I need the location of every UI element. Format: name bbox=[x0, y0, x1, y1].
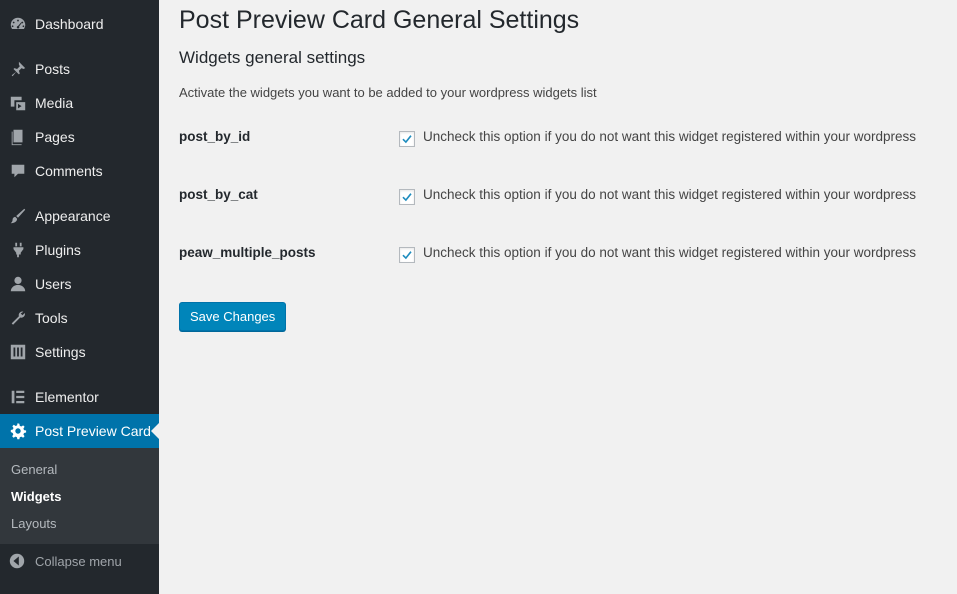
sidebar-item-label: Pages bbox=[35, 129, 75, 145]
sidebar-item-dashboard[interactable]: Dashboard bbox=[0, 7, 159, 41]
sidebar-item-users[interactable]: Users bbox=[0, 267, 159, 301]
sidebar-item-label: Post Preview Card bbox=[35, 423, 151, 439]
submenu-item-widgets[interactable]: Widgets bbox=[11, 489, 61, 504]
sidebar-item-comments[interactable]: Comments bbox=[0, 154, 159, 188]
sidebar-item-label: Appearance bbox=[35, 208, 111, 224]
gear-icon bbox=[8, 421, 28, 441]
sidebar-item-media[interactable]: Media bbox=[0, 86, 159, 120]
plug-icon bbox=[8, 240, 28, 260]
sidebar-item-label: Dashboard bbox=[35, 16, 104, 32]
sidebar-item-plugins[interactable]: Plugins bbox=[0, 233, 159, 267]
checkmark-icon bbox=[402, 193, 412, 202]
sidebar-item-settings[interactable]: Settings bbox=[0, 335, 159, 369]
checkbox-description: Uncheck this option if you do not want t… bbox=[423, 187, 917, 202]
sidebar-item-pages[interactable]: Pages bbox=[0, 120, 159, 154]
main-content: Post Preview Card General Settings Widge… bbox=[159, 0, 957, 594]
sidebar-item-label: Settings bbox=[35, 344, 86, 360]
section-title: Widgets general settings bbox=[179, 48, 366, 67]
sidebar-item-label: Tools bbox=[35, 310, 68, 326]
comment-icon bbox=[8, 161, 28, 181]
wrench-icon bbox=[8, 308, 28, 328]
collapse-menu-button[interactable]: Collapse menu bbox=[0, 546, 159, 576]
setting-label-peaw-multiple-posts: peaw_multiple_posts bbox=[179, 245, 316, 260]
media-icon bbox=[8, 93, 28, 113]
sidebar-submenu: General Widgets Layouts bbox=[0, 448, 159, 544]
sidebar-item-label: Elementor bbox=[35, 389, 99, 405]
checkmark-icon bbox=[402, 135, 412, 144]
save-changes-button[interactable]: Save Changes bbox=[179, 302, 287, 331]
sidebar-item-tools[interactable]: Tools bbox=[0, 301, 159, 335]
collapse-arrow-icon bbox=[8, 552, 26, 570]
sidebar-item-appearance[interactable]: Appearance bbox=[0, 199, 159, 233]
checkbox-post-by-cat[interactable] bbox=[399, 189, 415, 205]
checkbox-peaw-multiple-posts[interactable] bbox=[399, 247, 415, 263]
sidebar-item-posts[interactable]: Posts bbox=[0, 52, 159, 86]
active-menu-arrow bbox=[151, 423, 159, 439]
submenu-item-layouts[interactable]: Layouts bbox=[11, 516, 57, 531]
sidebar-item-label: Posts bbox=[35, 61, 71, 77]
sidebar-item-label: Users bbox=[35, 276, 72, 292]
dashboard-icon bbox=[8, 14, 28, 34]
checkbox-description: Uncheck this option if you do not want t… bbox=[423, 245, 917, 260]
sidebar-item-label: Plugins bbox=[35, 242, 81, 258]
sidebar-item-label: Comments bbox=[35, 163, 103, 179]
collapse-menu-label: Collapse menu bbox=[35, 553, 122, 569]
sidebar-item-elementor[interactable]: Elementor bbox=[0, 380, 159, 414]
checkbox-description: Uncheck this option if you do not want t… bbox=[423, 129, 917, 144]
user-icon bbox=[8, 274, 28, 294]
settings-sliders-icon bbox=[8, 342, 28, 362]
elementor-icon bbox=[8, 387, 28, 407]
setting-label-post-by-cat: post_by_cat bbox=[179, 187, 258, 202]
checkmark-icon bbox=[402, 251, 412, 260]
pin-icon bbox=[8, 59, 28, 79]
section-description: Activate the widgets you want to be adde… bbox=[179, 85, 597, 100]
brush-icon bbox=[8, 206, 28, 226]
page-title: Post Preview Card General Settings bbox=[179, 6, 580, 34]
sidebar-item-post-preview-card[interactable]: Post Preview Card bbox=[0, 414, 159, 448]
admin-sidebar: Dashboard Posts Media Pages Comments App… bbox=[0, 0, 159, 594]
submenu-item-general[interactable]: General bbox=[11, 462, 57, 477]
pages-icon bbox=[8, 127, 28, 147]
sidebar-item-label: Media bbox=[35, 95, 74, 111]
setting-label-post-by-id: post_by_id bbox=[179, 129, 251, 144]
checkbox-post-by-id[interactable] bbox=[399, 131, 415, 147]
